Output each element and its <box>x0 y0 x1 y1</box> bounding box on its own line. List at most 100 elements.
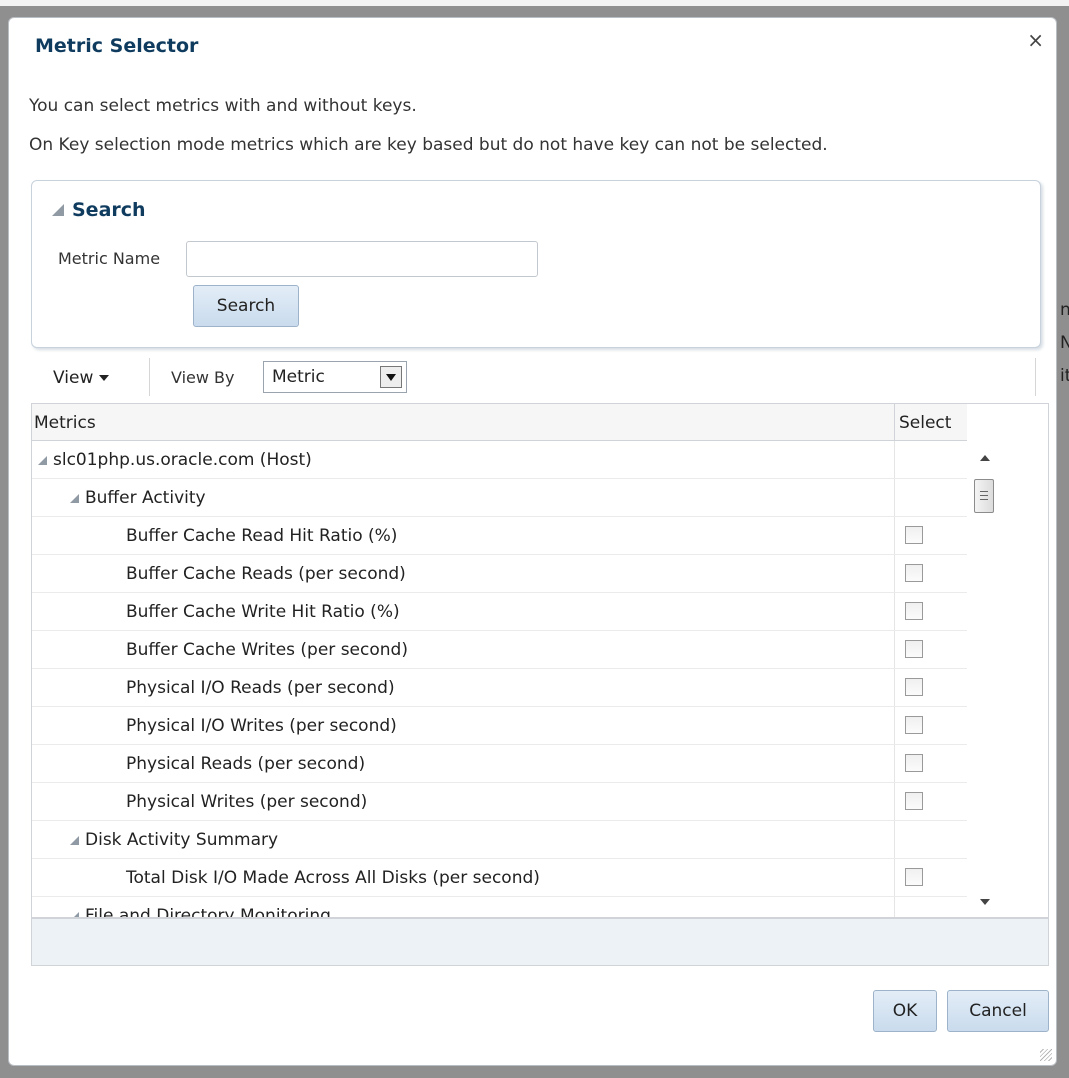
metric-label: Physical Reads (per second) <box>126 754 366 774</box>
expand-triangle-icon[interactable] <box>70 835 79 845</box>
select-cell <box>894 707 966 744</box>
metric-label: Buffer Cache Reads (per second) <box>126 564 406 584</box>
metric-cell: Physical I/O Writes (per second) <box>126 716 397 736</box>
select-checkbox[interactable] <box>905 754 923 772</box>
select-cell <box>894 669 966 706</box>
select-checkbox[interactable] <box>905 868 923 886</box>
metric-cell: Buffer Cache Reads (per second) <box>126 564 406 584</box>
table-body: slc01php.us.oracle.com (Host) Buffer Acti… <box>32 441 967 918</box>
chevron-down-icon <box>99 375 110 381</box>
select-cell <box>894 821 966 858</box>
column-header-metrics[interactable]: Metrics <box>34 413 96 433</box>
column-header-select[interactable]: Select <box>894 404 966 440</box>
metric-cell: Physical Reads (per second) <box>126 754 365 774</box>
metric-cell: File and Directory Monitoring <box>70 906 331 918</box>
table-row[interactable]: Total Disk I/O Made Across All Disks (pe… <box>32 859 967 897</box>
select-cell <box>894 593 966 630</box>
dialog-title: Metric Selector <box>35 35 199 57</box>
expand-triangle-icon[interactable] <box>38 455 47 465</box>
dropdown-arrow-icon[interactable] <box>380 366 402 388</box>
table-header: Metrics Select <box>32 404 967 441</box>
cancel-button[interactable]: Cancel <box>947 990 1049 1032</box>
table-footer-bar <box>31 918 1049 966</box>
search-panel: Search Metric Name Search <box>31 180 1041 348</box>
toolbar-divider <box>149 358 150 396</box>
table-row[interactable]: Buffer Cache Read Hit Ratio (%) <box>32 517 967 555</box>
metric-cell: Physical I/O Reads (per second) <box>126 678 395 698</box>
metric-cell: Buffer Cache Write Hit Ratio (%) <box>126 602 400 622</box>
select-cell <box>894 783 966 820</box>
select-checkbox[interactable] <box>905 564 923 582</box>
resize-grip-icon[interactable] <box>1040 1049 1052 1061</box>
metric-label: Buffer Cache Write Hit Ratio (%) <box>126 602 400 622</box>
select-cell <box>894 517 966 554</box>
metric-cell: slc01php.us.oracle.com (Host) <box>38 450 312 470</box>
table-row[interactable]: Physical I/O Reads (per second) <box>32 669 967 707</box>
metrics-table: Metrics Select slc01php.us.oracle.com (H… <box>31 403 1049 918</box>
metric-label: Physical I/O Reads (per second) <box>126 678 395 698</box>
tree-group-row[interactable]: slc01php.us.oracle.com (Host) <box>32 441 967 479</box>
tree-group-row[interactable]: File and Directory Monitoring <box>32 897 967 918</box>
search-panel-header[interactable]: Search <box>52 199 146 221</box>
metric-cell: Buffer Activity <box>70 488 206 508</box>
ok-button[interactable]: OK <box>873 990 937 1032</box>
table-row[interactable]: Physical Reads (per second) <box>32 745 967 783</box>
search-button[interactable]: Search <box>193 285 299 327</box>
expand-triangle-icon[interactable] <box>70 493 79 503</box>
tree-group-row[interactable]: Buffer Activity <box>32 479 967 517</box>
metric-cell: Buffer Cache Read Hit Ratio (%) <box>126 526 397 546</box>
select-checkbox[interactable] <box>905 640 923 658</box>
table-row[interactable]: Buffer Cache Reads (per second) <box>32 555 967 593</box>
view-menu-label: View <box>53 368 94 388</box>
metric-cell: Physical Writes (per second) <box>126 792 367 812</box>
select-cell <box>894 631 966 668</box>
background-text-fragment: it <box>1060 366 1069 386</box>
metric-label: Buffer Cache Writes (per second) <box>126 640 408 660</box>
select-cell <box>894 897 966 917</box>
scroll-up-icon[interactable] <box>980 455 990 461</box>
select-checkbox[interactable] <box>905 602 923 620</box>
metric-label: Buffer Cache Read Hit Ratio (%) <box>126 526 398 546</box>
scroll-down-icon[interactable] <box>980 899 990 905</box>
description-line-2: On Key selection mode metrics which are … <box>29 135 828 155</box>
table-toolbar: View View By Metric <box>31 356 1051 398</box>
select-checkbox[interactable] <box>905 526 923 544</box>
metric-name-label: Metric Name <box>58 249 161 268</box>
close-icon[interactable]: × <box>1027 30 1044 50</box>
tree-group-row[interactable]: Disk Activity Summary <box>32 821 967 859</box>
vertical-scrollbar[interactable] <box>972 441 998 911</box>
select-cell <box>894 745 966 782</box>
view-by-label: View By <box>171 368 235 387</box>
select-checkbox[interactable] <box>905 678 923 696</box>
table-row[interactable]: Physical I/O Writes (per second) <box>32 707 967 745</box>
select-checkbox[interactable] <box>905 792 923 810</box>
background-page-strip <box>0 0 1069 6</box>
view-by-value: Metric <box>272 367 325 387</box>
background-text-fragment: Ni <box>1060 333 1069 353</box>
background-text-fragment: n <box>1060 300 1069 320</box>
metric-label: Buffer Activity <box>85 488 206 508</box>
metric-label: Total Disk I/O Made Across All Disks (pe… <box>126 868 540 888</box>
metric-label: slc01php.us.oracle.com (Host) <box>53 450 312 470</box>
collapse-triangle-icon[interactable] <box>52 204 64 216</box>
table-row[interactable]: Buffer Cache Write Hit Ratio (%) <box>32 593 967 631</box>
view-menu[interactable]: View <box>53 368 110 388</box>
select-cell <box>894 441 966 478</box>
view-by-select[interactable]: Metric <box>263 361 407 393</box>
description-line-1: You can select metrics with and without … <box>29 96 417 116</box>
metric-label: Physical Writes (per second) <box>126 792 368 812</box>
metric-cell: Total Disk I/O Made Across All Disks (pe… <box>126 868 540 888</box>
select-checkbox[interactable] <box>905 716 923 734</box>
table-row[interactable]: Buffer Cache Writes (per second) <box>32 631 967 669</box>
metric-label: Disk Activity Summary <box>85 830 279 850</box>
metric-name-input[interactable] <box>186 241 538 277</box>
toolbar-divider <box>1035 358 1036 396</box>
select-cell <box>894 859 966 896</box>
metric-label: Physical I/O Writes (per second) <box>126 716 397 736</box>
table-row[interactable]: Physical Writes (per second) <box>32 783 967 821</box>
search-panel-title: Search <box>72 199 146 221</box>
metric-cell: Disk Activity Summary <box>70 830 278 850</box>
metric-label: File and Directory Monitoring <box>85 906 331 918</box>
scroll-thumb[interactable] <box>974 479 994 513</box>
select-cell <box>894 479 966 516</box>
